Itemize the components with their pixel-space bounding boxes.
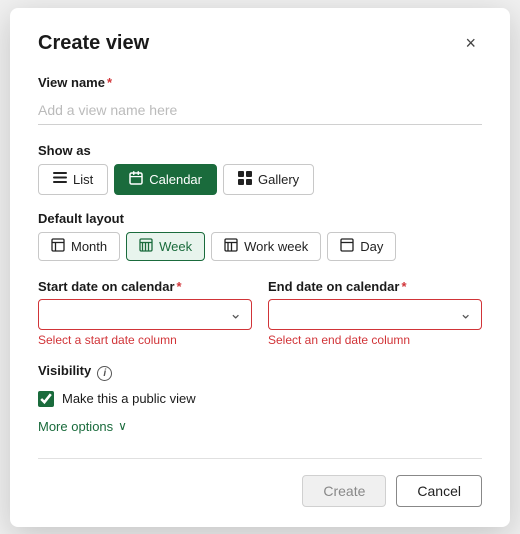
layout-workweek-button[interactable]: Work week <box>211 232 321 261</box>
dialog-header: Create view × <box>38 32 482 55</box>
layout-month-button[interactable]: Month <box>38 232 120 261</box>
view-name-input[interactable] <box>38 96 482 125</box>
default-layout-label: Default layout <box>38 211 482 226</box>
layout-month-label: Month <box>71 239 107 254</box>
show-as-calendar-label: Calendar <box>149 172 202 187</box>
week-icon <box>139 238 153 255</box>
layout-day-label: Day <box>360 239 383 254</box>
start-date-select-wrap <box>38 299 252 330</box>
end-date-select-wrap <box>268 299 482 330</box>
visibility-label: Visibility <box>38 363 91 378</box>
view-name-label: View name* <box>38 75 482 90</box>
show-as-list-label: List <box>73 172 93 187</box>
month-icon <box>51 238 65 255</box>
day-icon <box>340 238 354 255</box>
show-as-gallery-button[interactable]: Gallery <box>223 164 314 195</box>
show-as-gallery-label: Gallery <box>258 172 299 187</box>
end-date-error: Select an end date column <box>268 333 482 347</box>
public-view-row: Make this a public view <box>38 391 482 407</box>
show-as-calendar-button[interactable]: Calendar <box>114 164 217 195</box>
start-date-select[interactable] <box>38 299 252 330</box>
end-date-label: End date on calendar* <box>268 279 482 294</box>
show-as-label: Show as <box>38 143 482 158</box>
end-date-select[interactable] <box>268 299 482 330</box>
start-date-label: Start date on calendar* <box>38 279 252 294</box>
layout-options: Month Week Work week Day <box>38 232 482 261</box>
show-as-section: Show as List Calendar Gallery <box>38 143 482 195</box>
show-as-list-button[interactable]: List <box>38 164 108 195</box>
dialog-footer: Create Cancel <box>38 458 482 507</box>
date-fields-row: Start date on calendar* Select a start d… <box>38 279 482 347</box>
end-date-field: End date on calendar* Select an end date… <box>268 279 482 347</box>
cancel-button[interactable]: Cancel <box>396 475 482 507</box>
view-name-section: View name* <box>38 75 482 143</box>
layout-week-button[interactable]: Week <box>126 232 205 261</box>
list-icon <box>53 171 67 188</box>
start-date-error: Select a start date column <box>38 333 252 347</box>
create-button[interactable]: Create <box>302 475 386 507</box>
layout-week-label: Week <box>159 239 192 254</box>
workweek-icon <box>224 238 238 255</box>
layout-day-button[interactable]: Day <box>327 232 396 261</box>
create-view-dialog: Create view × View name* Show as List Ca… <box>10 8 510 527</box>
chevron-down-icon: ∨ <box>118 419 127 433</box>
more-options-label: More options <box>38 419 113 434</box>
calendar-icon <box>129 171 143 188</box>
more-options-button[interactable]: More options ∨ <box>38 419 127 434</box>
visibility-label-row: Visibility i <box>38 363 482 384</box>
default-layout-section: Default layout Month Week Work week <box>38 211 482 261</box>
show-as-options: List Calendar Gallery <box>38 164 482 195</box>
public-view-label[interactable]: Make this a public view <box>62 391 196 406</box>
info-icon[interactable]: i <box>97 366 112 381</box>
start-date-field: Start date on calendar* Select a start d… <box>38 279 252 347</box>
gallery-icon <box>238 171 252 188</box>
public-view-checkbox[interactable] <box>38 391 54 407</box>
layout-workweek-label: Work week <box>244 239 308 254</box>
visibility-section: Visibility i Make this a public view <box>38 363 482 407</box>
close-button[interactable]: × <box>459 32 482 54</box>
dialog-title: Create view <box>38 32 149 55</box>
